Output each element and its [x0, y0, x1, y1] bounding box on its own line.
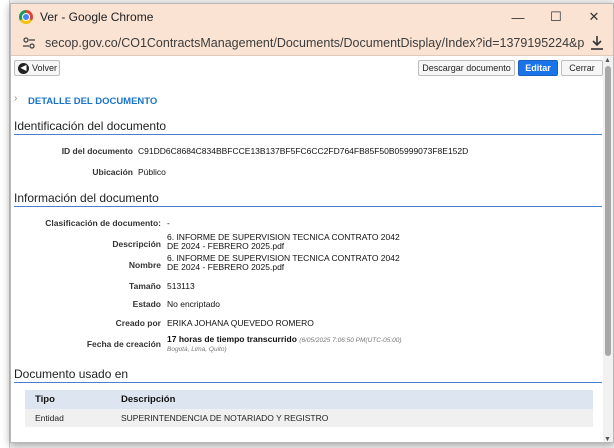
action-toolbar: ◀ Volver Descargar documento Editar Cerr…	[11, 56, 605, 80]
url-text[interactable]: secop.gov.co/CO1ContractsManagement/Docu…	[45, 36, 585, 50]
background-page-edge	[0, 0, 10, 448]
maximize-button[interactable]: ☐	[537, 4, 575, 30]
ubicacion-label: Ubicación	[92, 167, 133, 177]
creado-label: Creado por	[115, 318, 161, 328]
descripcion-line2: DE 2024 - FEBRERO 2025.pdf	[167, 241, 285, 251]
table-row: Entidad SUPERINTENDENCIA DE NOTARIADO Y …	[25, 409, 593, 427]
creado-value: ERIKA JOHANA QUEVEDO ROMERO	[167, 318, 314, 328]
address-bar: secop.gov.co/CO1ContractsManagement/Docu…	[11, 30, 613, 56]
fecha-elapsed: 17 horas de tiempo transcurrido	[167, 334, 297, 344]
nombre-value: 6. INFORME DE SUPERVISION TECNICA CONTRA…	[167, 254, 400, 272]
descripcion-label: Descripción	[112, 239, 161, 249]
nombre-line2: DE 2024 - FEBRERO 2025.pdf	[167, 262, 285, 272]
id-value: C91DD6C8684C834BBFCCE13B137BF5FC6CC2FD76…	[138, 146, 469, 156]
cell-descripcion: SUPERINTENDENCIA DE NOTARIADO Y REGISTRO	[121, 413, 329, 423]
id-label: ID del documento	[61, 146, 133, 156]
scroll-thumb[interactable]	[605, 66, 611, 356]
document-detail-page: ◀ Volver Descargar documento Editar Cerr…	[11, 56, 605, 442]
clasificacion-label: Clasificación de documento:	[45, 218, 161, 228]
close-window-button[interactable]: ✕	[575, 4, 613, 30]
section-title[interactable]: DETALLE DEL DOCUMENTO	[28, 96, 157, 107]
usage-table: Tipo Descripción Entidad SUPERINTENDENCI…	[25, 390, 593, 427]
fecha-detail: (6/05/2025 7:06:50 PM(UTC-05:00)	[299, 337, 402, 344]
scroll-down-icon[interactable]: ▼	[604, 436, 611, 442]
estado-value: No encriptado	[167, 299, 220, 309]
descripcion-value: 6. INFORME DE SUPERVISION TECNICA CONTRA…	[167, 233, 400, 251]
back-button[interactable]: ◀ Volver	[14, 60, 60, 76]
caret-right-icon: ›	[14, 93, 18, 104]
informacion-heading: Información del documento	[14, 191, 602, 207]
chrome-icon	[19, 10, 33, 24]
vertical-scrollbar[interactable]: ▲ ▼	[603, 56, 613, 442]
usado-heading: Documento usado en	[14, 367, 602, 383]
fecha-zone: Bogotá, Lima, Quito)	[167, 346, 227, 353]
close-button[interactable]: Cerrar	[561, 60, 603, 76]
window-controls: — ☐ ✕	[499, 4, 613, 30]
edit-button[interactable]: Editar	[518, 60, 558, 76]
identificacion-heading: Identificación del documento	[14, 119, 602, 135]
column-header-tipo: Tipo	[35, 394, 55, 405]
tamano-label: Tamaño	[129, 281, 161, 291]
minimize-button[interactable]: —	[499, 4, 537, 30]
download-icon[interactable]	[589, 35, 605, 51]
popup-window: Ver - Google Chrome — ☐ ✕ secop.gov.co/C…	[10, 3, 614, 443]
fecha-label: Fecha de creación	[86, 339, 161, 349]
download-document-button[interactable]: Descargar documento	[418, 60, 515, 76]
fecha-value: 17 horas de tiempo transcurrido (6/05/20…	[167, 335, 402, 354]
scroll-up-icon[interactable]: ▲	[604, 57, 611, 64]
back-button-label: Volver	[32, 63, 58, 73]
table-header: Tipo Descripción	[25, 390, 593, 409]
nombre-label: Nombre	[128, 260, 161, 270]
site-settings-icon[interactable]	[21, 35, 37, 51]
estado-label: Estado	[132, 299, 161, 309]
clasificacion-value: -	[167, 218, 170, 228]
arrow-left-icon: ◀	[18, 62, 29, 74]
column-header-descripcion: Descripción	[121, 394, 176, 405]
cell-tipo: Entidad	[35, 413, 64, 423]
title-bar: Ver - Google Chrome — ☐ ✕	[11, 4, 613, 30]
window-title: Ver - Google Chrome	[40, 10, 154, 24]
tamano-value: 513113	[167, 281, 195, 291]
ubicacion-value: Público	[138, 167, 166, 177]
